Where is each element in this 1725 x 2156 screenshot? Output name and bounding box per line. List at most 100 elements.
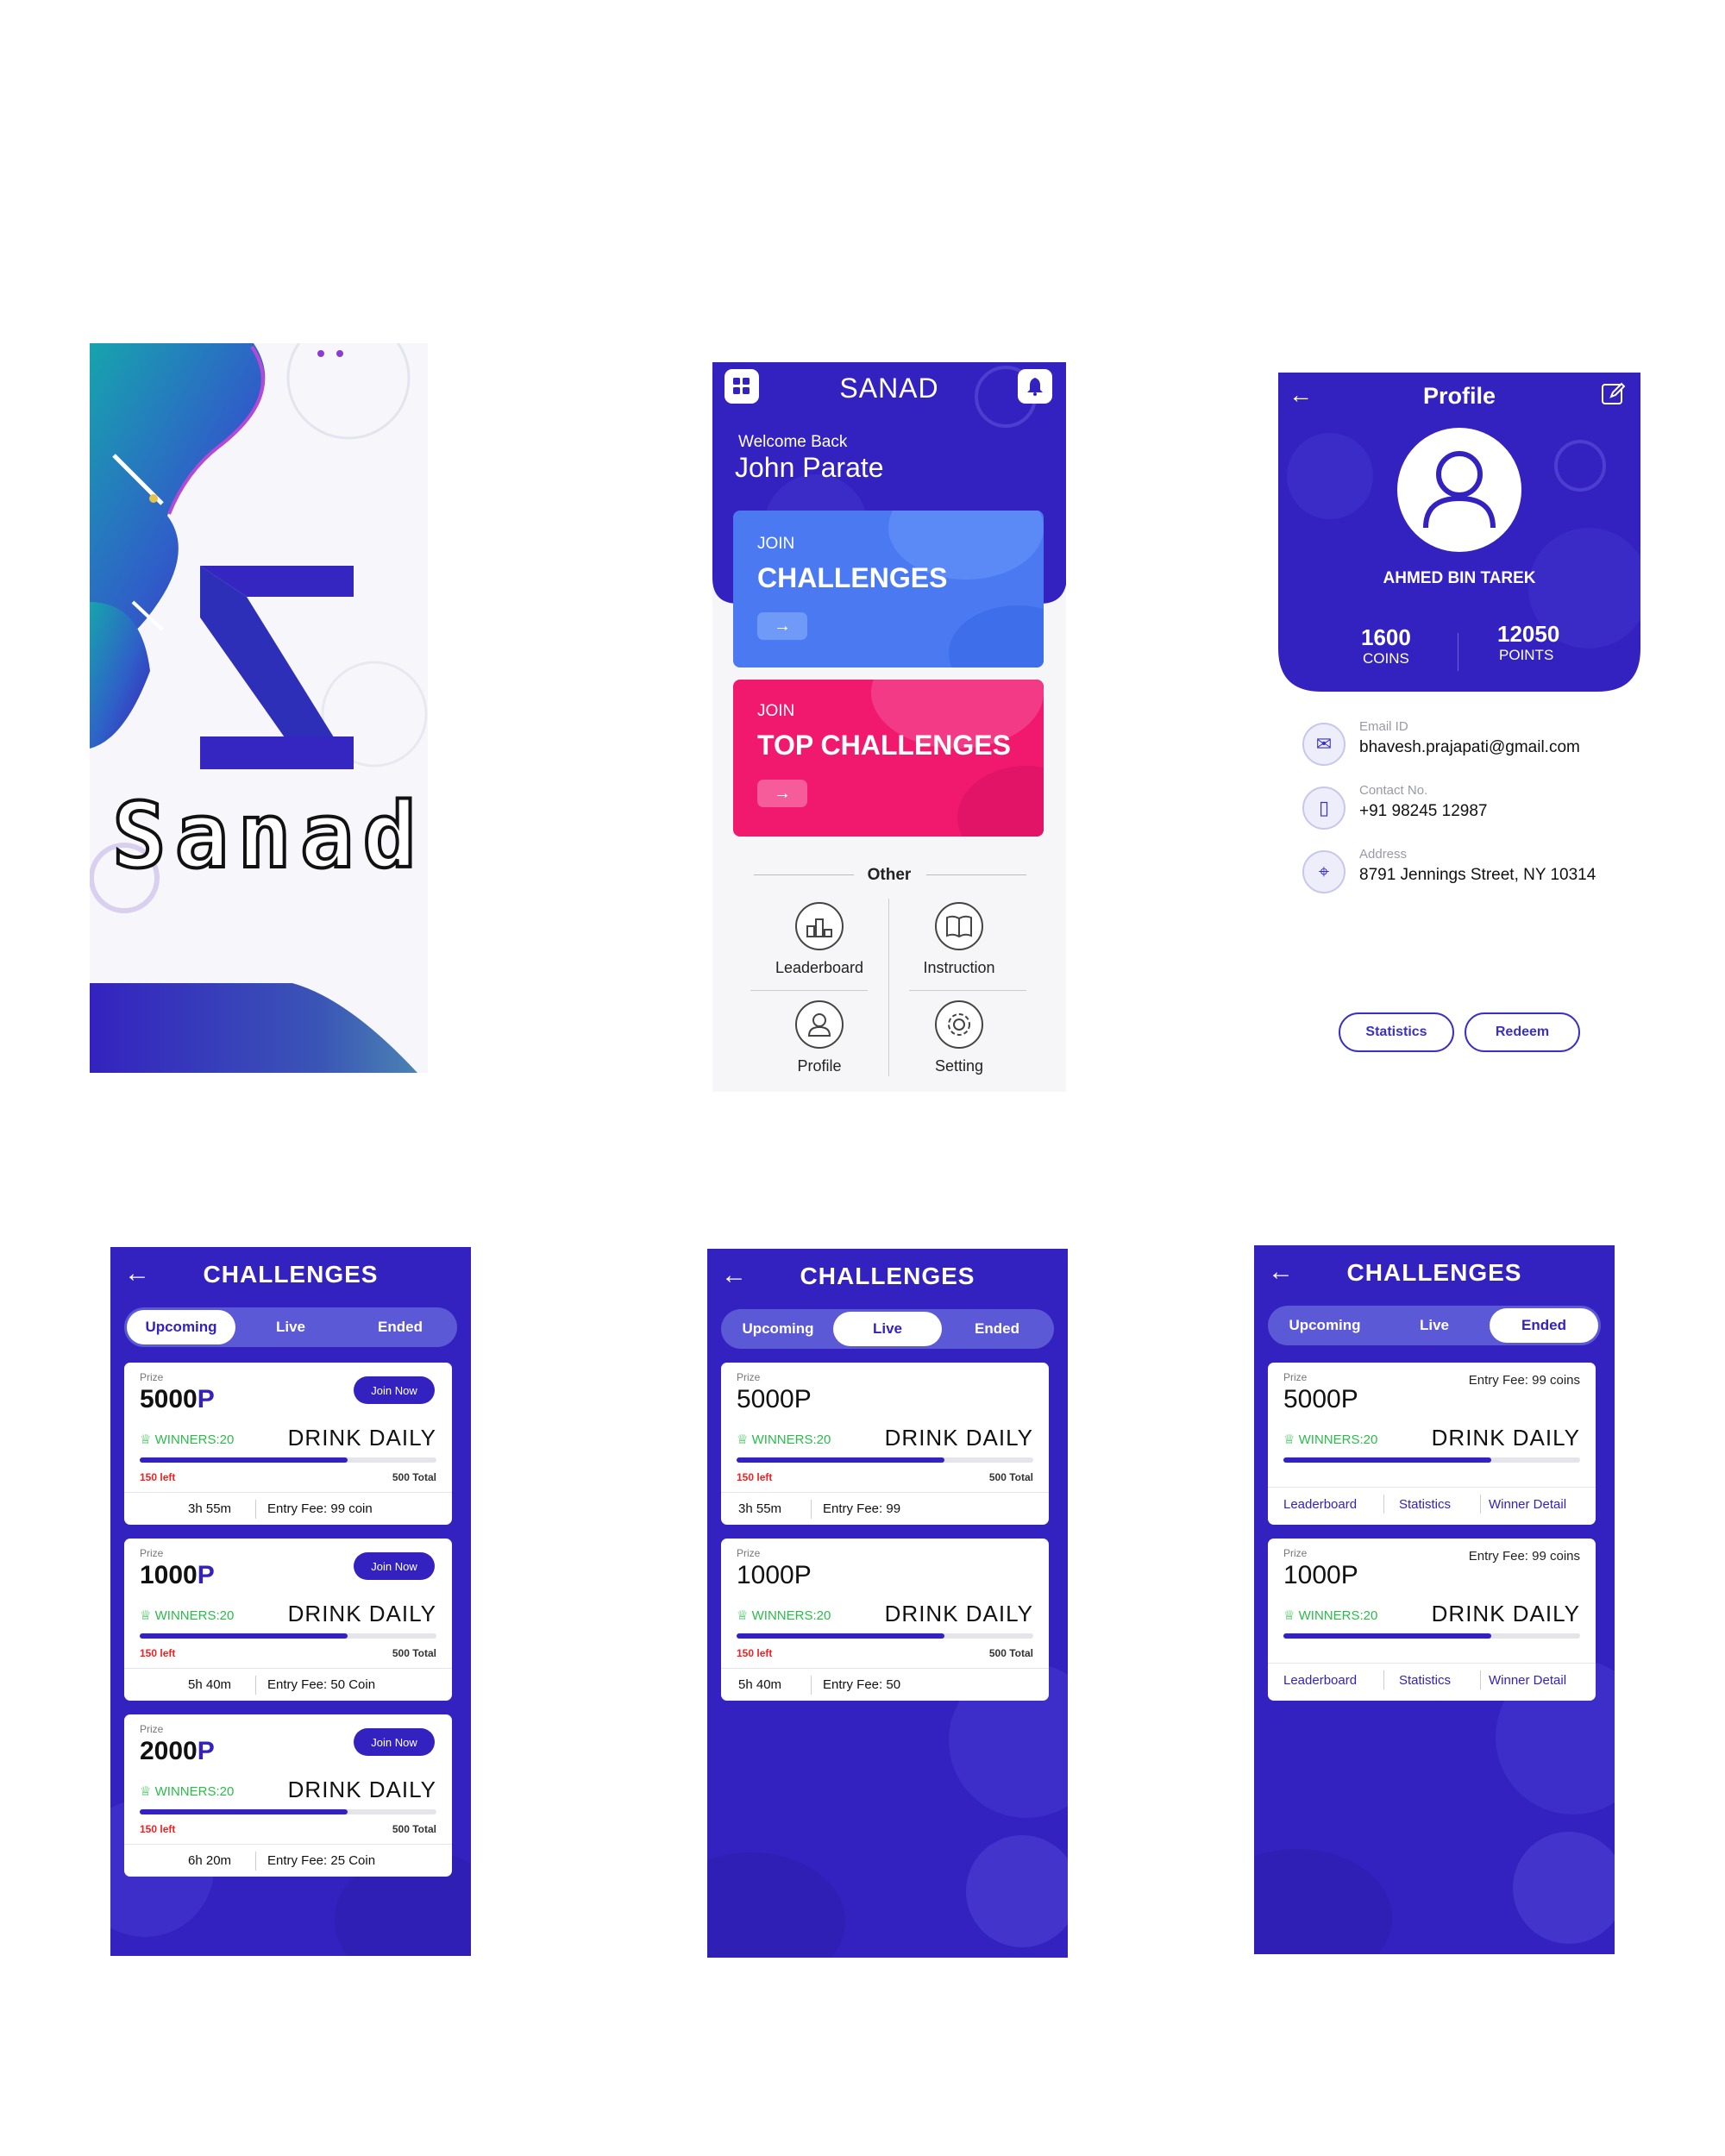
tab-live[interactable]: Live bbox=[236, 1310, 345, 1344]
leaderboard-icon bbox=[806, 918, 832, 937]
challenge-name: DRINK DAILY bbox=[1431, 1601, 1580, 1626]
prize-value: 1000 bbox=[737, 1561, 794, 1589]
prize-amount: 5000P bbox=[737, 1385, 812, 1414]
redeem-button[interactable]: Redeem bbox=[1465, 1012, 1580, 1052]
statistics-link[interactable]: Statistics bbox=[1399, 1673, 1451, 1688]
prize-unit: P bbox=[197, 1385, 215, 1413]
prize-label: Prize bbox=[140, 1723, 164, 1735]
leaderboard-link[interactable]: Leaderboard bbox=[1283, 1673, 1357, 1688]
progress-fill bbox=[140, 1809, 348, 1814]
edit-profile-button[interactable] bbox=[1601, 381, 1626, 410]
spots-left: 150 left bbox=[140, 1647, 176, 1659]
email-value: bhavesh.prajapati@gmail.com bbox=[1359, 738, 1580, 756]
progress-bar bbox=[737, 1633, 1033, 1639]
spots-left: 150 left bbox=[140, 1471, 176, 1483]
join-top-challenges-card[interactable]: JOIN TOP CHALLENGES → bbox=[733, 680, 1044, 837]
challenge-card[interactable]: Prize 1000P Join Now ♕ WINNERS:20 DRINK … bbox=[124, 1539, 452, 1701]
challenges-upcoming-screen: ← CHALLENGES Upcoming Live Ended Prize 5… bbox=[110, 1247, 471, 1956]
winners-text: WINNERS:20 bbox=[154, 1432, 235, 1447]
join-now-button[interactable]: Join Now bbox=[354, 1376, 435, 1404]
winners-count: ♕ WINNERS:20 bbox=[140, 1608, 234, 1623]
challenge-card[interactable]: Prize 5000P Join Now ♕ WINNERS:20 DRINK … bbox=[124, 1363, 452, 1525]
winners-text: WINNERS:20 bbox=[154, 1784, 235, 1799]
challenge-name: DRINK DAILY bbox=[884, 1601, 1033, 1626]
trophy-icon: ♕ bbox=[1283, 1432, 1295, 1447]
progress-fill bbox=[1283, 1633, 1491, 1639]
winner-detail-link[interactable]: Winner Detail bbox=[1489, 1497, 1566, 1512]
instruction-tile[interactable]: Instruction bbox=[890, 902, 1028, 977]
tile-label: Instruction bbox=[923, 959, 995, 976]
tab-upcoming[interactable]: Upcoming bbox=[1270, 1308, 1379, 1343]
arrow-right-icon[interactable]: → bbox=[757, 780, 807, 807]
tab-ended[interactable]: Ended bbox=[346, 1310, 455, 1344]
tile-label: Profile bbox=[797, 1057, 842, 1075]
address-label: Address bbox=[1359, 847, 1408, 862]
screen-title: CHALLENGES bbox=[800, 1263, 975, 1289]
spots-left: 150 left bbox=[140, 1823, 176, 1835]
setting-tile[interactable]: Setting bbox=[890, 1000, 1028, 1075]
prize-value: 5000 bbox=[737, 1385, 794, 1413]
book-icon bbox=[946, 915, 972, 938]
splash-screen: Sanad bbox=[90, 343, 428, 1073]
leaderboard-link[interactable]: Leaderboard bbox=[1283, 1497, 1357, 1512]
statistics-button[interactable]: Statistics bbox=[1339, 1012, 1454, 1052]
tile-divider-horizontal bbox=[909, 990, 1026, 991]
bell-icon bbox=[1027, 378, 1043, 396]
progress-bar bbox=[140, 1457, 436, 1463]
trophy-icon: ♕ bbox=[140, 1432, 152, 1447]
progress-fill bbox=[737, 1633, 944, 1639]
challenge-name: DRINK DAILY bbox=[287, 1777, 436, 1802]
points-label: POINTS bbox=[1499, 647, 1554, 663]
contact-row: ▯ Contact No. +91 98245 12987 bbox=[1302, 783, 1630, 835]
spots-total: 500 Total bbox=[988, 1471, 1033, 1483]
winner-detail-link[interactable]: Winner Detail bbox=[1489, 1673, 1566, 1688]
entry-fee: Entry Fee: 99 bbox=[823, 1501, 901, 1516]
challenge-card[interactable]: Prize 5000P ♕ WINNERS:20 DRINK DAILY 150… bbox=[721, 1363, 1049, 1525]
prize-label: Prize bbox=[140, 1371, 164, 1383]
prize-unit: P bbox=[794, 1385, 812, 1413]
card-join-label: JOIN bbox=[757, 702, 795, 720]
person-icon bbox=[807, 1013, 831, 1037]
leaderboard-tile[interactable]: Leaderboard bbox=[750, 902, 888, 977]
join-now-button[interactable]: Join Now bbox=[354, 1728, 435, 1756]
challenge-card[interactable]: Prize 1000P Entry Fee: 99 coins ♕ WINNER… bbox=[1268, 1539, 1596, 1701]
tab-upcoming[interactable]: Upcoming bbox=[724, 1312, 832, 1346]
prize-unit: P bbox=[197, 1561, 215, 1589]
statistics-link[interactable]: Statistics bbox=[1399, 1497, 1451, 1512]
welcome-text: Welcome Back bbox=[738, 433, 848, 451]
coins-value: 1600 bbox=[1361, 624, 1411, 650]
tab-ended[interactable]: Ended bbox=[943, 1312, 1051, 1346]
tab-live[interactable]: Live bbox=[1380, 1308, 1489, 1343]
tab-upcoming[interactable]: Upcoming bbox=[127, 1310, 235, 1344]
arrow-right-icon[interactable]: → bbox=[757, 612, 807, 640]
gear-icon bbox=[948, 1013, 970, 1036]
entry-fee: Entry Fee: 99 coin bbox=[267, 1501, 373, 1516]
trophy-icon: ♕ bbox=[140, 1784, 152, 1799]
challenge-card[interactable]: Prize 1000P ♕ WINNERS:20 DRINK DAILY 150… bbox=[721, 1539, 1049, 1701]
user-icon bbox=[1423, 451, 1496, 529]
prize-amount: 1000P bbox=[140, 1561, 215, 1590]
email-row: ✉ Email ID bhavesh.prajapati@gmail.com bbox=[1302, 719, 1630, 771]
progress-fill bbox=[737, 1457, 944, 1463]
winners-text: WINNERS:20 bbox=[751, 1432, 831, 1447]
trophy-icon: ♕ bbox=[1283, 1608, 1295, 1623]
spots-left: 150 left bbox=[737, 1471, 773, 1483]
prize-amount: 5000P bbox=[1283, 1385, 1358, 1414]
join-challenges-card[interactable]: JOIN CHALLENGES → bbox=[733, 511, 1044, 667]
edit-icon bbox=[1602, 382, 1626, 404]
card-links: Leaderboard Statistics Winner Detail bbox=[1268, 1663, 1596, 1695]
profile-tile[interactable]: Profile bbox=[750, 1000, 888, 1075]
tab-ended[interactable]: Ended bbox=[1490, 1308, 1598, 1343]
tile-divider-vertical bbox=[888, 899, 889, 1076]
spots-total: 500 Total bbox=[988, 1647, 1033, 1659]
winners-text: WINNERS:20 bbox=[1298, 1608, 1378, 1623]
prize-unit: P bbox=[1340, 1561, 1358, 1589]
notification-button[interactable] bbox=[1018, 369, 1052, 404]
join-now-button[interactable]: Join Now bbox=[354, 1552, 435, 1580]
challenge-card[interactable]: Prize 2000P Join Now ♕ WINNERS:20 DRINK … bbox=[124, 1714, 452, 1877]
prize-amount: 2000P bbox=[140, 1737, 215, 1766]
tab-live[interactable]: Live bbox=[833, 1312, 942, 1346]
prize-value: 2000 bbox=[140, 1737, 198, 1765]
challenge-card[interactable]: Prize 5000P Entry Fee: 99 coins ♕ WINNER… bbox=[1268, 1363, 1596, 1525]
contact-label: Contact No. bbox=[1359, 783, 1428, 798]
